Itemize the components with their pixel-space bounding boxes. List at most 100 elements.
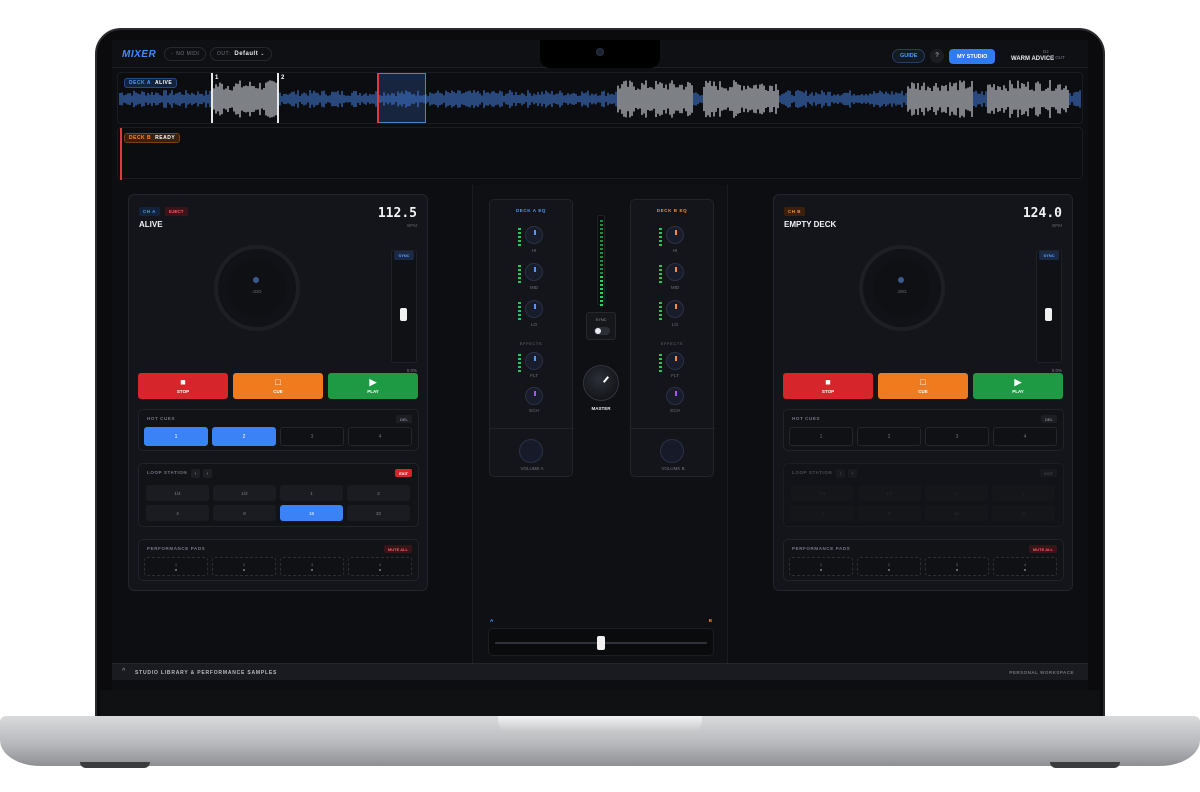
chevron-left-icon[interactable]: ‹ [191,469,200,478]
performance-pad[interactable]: 2 [212,557,276,576]
eq-mid-knob[interactable] [525,263,543,281]
deck-a-pitch-handle[interactable] [400,308,407,321]
hot-cue-pad[interactable]: 3 [280,427,344,446]
eq-mid-knob[interactable] [666,263,684,281]
waveform-a-cue-marker[interactable] [277,73,279,123]
meter-segment [600,244,603,246]
deck-a-play-button[interactable]: ▶ PLAY [328,373,418,399]
jog-center-dot [253,277,259,283]
loop-length-pad[interactable]: 32 [347,505,410,521]
deck-b-sync-button[interactable]: SYNC [1039,251,1059,260]
play-label: PLAY [1012,389,1024,394]
waveform-a-view-window[interactable] [378,73,426,123]
waveform-a-cue-marker[interactable] [211,73,213,123]
performance-pad[interactable]: 1 [144,557,208,576]
deck-a-jog-wheel[interactable]: JOG [214,245,300,331]
performance-pad[interactable]: 2 [857,557,921,576]
filter-knob[interactable] [666,352,684,370]
filter-knob[interactable] [525,352,543,370]
loop-length-pad[interactable]: 1 [280,485,343,501]
loop-length-pad[interactable]: 8 [858,505,921,521]
mute-all-button[interactable]: MUTE ALL [1028,545,1057,553]
volume-a-label: VOLUME A [520,466,544,471]
performance-pad[interactable]: 3 [280,557,344,576]
eq-hi-knob[interactable] [666,226,684,244]
loop-exit-button[interactable]: EXIT [395,469,412,477]
loop-length-pad[interactable]: 8 [213,505,276,521]
volume-a-knob[interactable] [519,439,543,463]
eject-button[interactable]: EJECT [165,207,188,216]
volume-b-knob[interactable] [660,439,684,463]
guide-button[interactable]: GUIDE [892,49,926,63]
deck-b-play-button[interactable]: ▶ PLAY [973,373,1063,399]
deck-b-bpm-label: BPM [1052,223,1062,228]
loop-exit-button[interactable]: EXIT [1040,469,1057,477]
chevron-right-icon[interactable]: › [848,469,857,478]
deck-a-sync-button[interactable]: SYNC [394,251,414,260]
deck-a-waveform[interactable]: 1 2 DECK A ALIVE [117,72,1083,124]
crossfader[interactable] [488,628,714,656]
eq-hi-label: HI [531,248,537,253]
deck-a-stop-button[interactable]: ■ STOP [138,373,228,399]
deck-b-pitch-handle[interactable] [1045,308,1052,321]
loop-length-pad[interactable]: 2 [992,485,1055,501]
midi-status[interactable]: ◦ NO MIDI [164,47,207,61]
hot-cue-pad[interactable]: 1 [789,427,853,446]
meter-segment [600,252,603,254]
master-knob[interactable] [583,365,619,401]
crossfader-handle[interactable] [597,636,605,650]
deck-a-cue-button[interactable]: □ CUE [233,373,323,399]
deck-b-jog-wheel[interactable]: JOG [859,245,945,331]
loop-length-pad[interactable]: 2 [347,485,410,501]
loop-length-pad[interactable]: 16 [925,505,988,521]
sign-out-link[interactable]: SIGN OUT [1043,55,1065,60]
echo-knob[interactable] [525,387,543,405]
performance-pad-label: 1 [174,562,178,567]
pad-dot-icon [243,569,245,571]
eq-lo-knob[interactable] [525,300,543,318]
hot-cue-pad[interactable]: 1 [144,427,208,446]
hot-cues-delete-button[interactable]: DEL [396,415,412,423]
loop-length-pad[interactable]: 16 [280,505,343,521]
chevron-up-icon[interactable]: ^ [122,668,125,675]
hot-cue-pad[interactable]: 4 [993,427,1057,446]
loop-length-pad[interactable]: 1/2 [213,485,276,501]
hot-cue-pad[interactable]: 3 [925,427,989,446]
library-drawer-bar[interactable]: ^ STUDIO LIBRARY & PERFORMANCE SAMPLES P… [112,663,1088,680]
eq-lo-knob[interactable] [666,300,684,318]
loop-length-pad[interactable]: 4 [791,505,854,521]
hot-cue-pad[interactable]: 2 [212,427,276,446]
hot-cues-delete-button[interactable]: DEL [1041,415,1057,423]
mixer-sync-control[interactable]: SYNC [586,312,616,340]
my-studio-button[interactable]: MY STUDIO [949,49,996,64]
performance-pad[interactable]: 4 [993,557,1057,576]
deck-a-pitch-fader[interactable] [391,250,417,363]
hot-cue-pad[interactable]: 4 [348,427,412,446]
performance-pad[interactable]: 1 [789,557,853,576]
deck-b-cue-button[interactable]: □ CUE [878,373,968,399]
sync-label: SYNC [595,317,607,322]
loop-length-pad[interactable]: 1/4 [146,485,209,501]
performance-pads-title: PERFORMANCE PADS [792,546,851,551]
cue-label: CUE [918,389,928,394]
loop-length-pad[interactable]: 1 [925,485,988,501]
performance-pad[interactable]: 3 [925,557,989,576]
loop-length-pad[interactable]: 32 [992,505,1055,521]
loop-length-pad[interactable]: 1/2 [858,485,921,501]
deck-b-stop-button[interactable]: ■ STOP [783,373,873,399]
chevron-right-icon[interactable]: › [203,469,212,478]
hot-cue-pad[interactable]: 2 [857,427,921,446]
performance-pad[interactable]: 4 [348,557,412,576]
deck-b-pitch-fader[interactable] [1036,250,1062,363]
loop-length-pad[interactable]: 1/4 [791,485,854,501]
eq-hi-knob[interactable] [525,226,543,244]
loop-length-pad[interactable]: 4 [146,505,209,521]
mute-all-button[interactable]: MUTE ALL [383,545,412,553]
help-button[interactable]: ? [930,49,944,63]
deck-b-waveform[interactable]: DECK B READY [117,127,1083,180]
echo-knob[interactable] [666,387,684,405]
sync-toggle[interactable] [594,327,610,335]
chevron-left-icon[interactable]: ‹ [836,469,845,478]
deck-b-bpm: 124.0 [1022,206,1062,221]
output-select[interactable]: OUT: Default ⌄ [210,47,272,61]
